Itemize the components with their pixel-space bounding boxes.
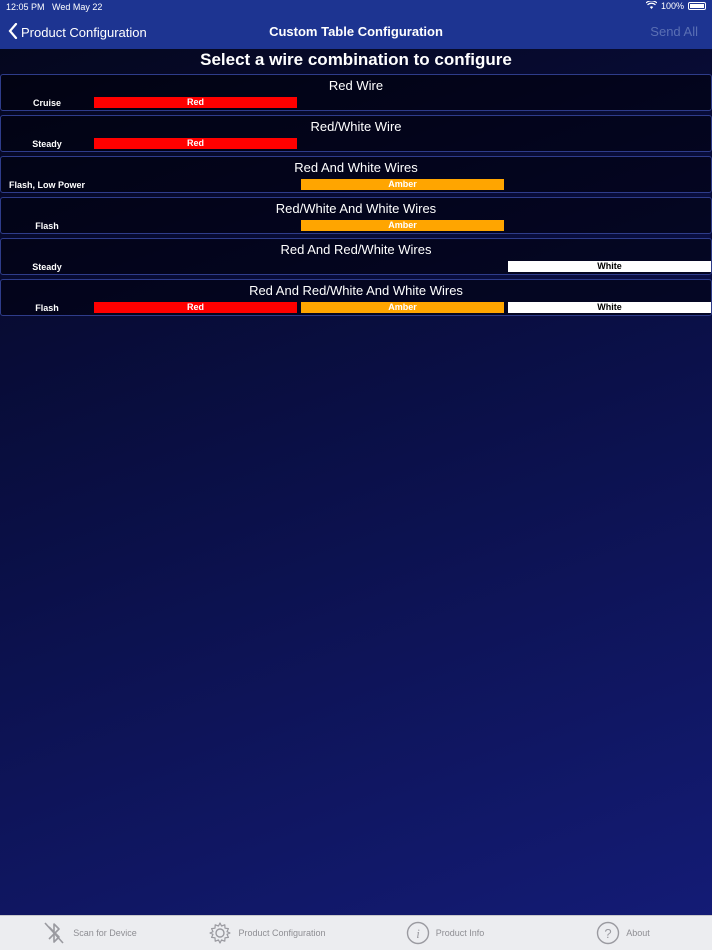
send-all-button[interactable]: Send All — [650, 24, 698, 39]
gear-icon — [208, 921, 232, 945]
tab-label: Product Configuration — [238, 928, 326, 938]
navigation-bar: Product Configuration Custom Table Confi… — [0, 14, 712, 49]
status-right: 100% — [645, 0, 706, 11]
tab-about[interactable]: ? About — [534, 916, 712, 950]
wire-combination-row[interactable]: Red/White Wire Steady Red — [0, 115, 712, 152]
row-mode-label: Flash — [35, 303, 59, 313]
color-slot-red[interactable]: Red — [94, 302, 297, 313]
color-slot-white[interactable]: White — [508, 261, 711, 272]
row-mode-label: Flash — [35, 221, 59, 231]
row-mode-label: Cruise — [32, 98, 61, 108]
row-mode-label: Steady — [32, 139, 62, 149]
row-title: Red And Red/White Wires — [280, 242, 432, 257]
color-slot-amber[interactable]: Amber — [301, 179, 504, 190]
wire-combination-row[interactable]: Red Wire Cruise Red — [0, 74, 712, 111]
tab-product-info[interactable]: i Product Info — [356, 916, 534, 950]
row-mode-label: Flash, Low Power — [8, 180, 85, 190]
wire-combination-list: Red Wire Cruise Red Red/White Wire Steady Red… — [0, 74, 712, 320]
tab-bar: Scan for Device Product Configuration i … — [0, 915, 712, 950]
tab-scan-for-device[interactable]: Scan for Device — [0, 916, 178, 950]
battery-icon — [688, 2, 706, 10]
svg-text:?: ? — [605, 926, 612, 941]
wifi-icon — [645, 0, 658, 11]
color-slot-amber[interactable]: Amber — [301, 220, 504, 231]
tab-label: About — [626, 928, 650, 938]
svg-text:i: i — [416, 926, 420, 941]
bluetooth-icon — [41, 920, 67, 946]
color-slot-red[interactable]: Red — [94, 138, 297, 149]
info-icon: i — [406, 921, 430, 945]
color-slot-red[interactable]: Red — [94, 97, 297, 108]
question-icon: ? — [596, 921, 620, 945]
tab-product-configuration[interactable]: Product Configuration — [178, 916, 356, 950]
wire-combination-row[interactable]: Red And White Wires Flash, Low Power Amber — [0, 156, 712, 193]
tab-label: Scan for Device — [73, 928, 137, 938]
wire-combination-row[interactable]: Red/White And White Wires Flash Amber — [0, 197, 712, 234]
row-title: Red/White And White Wires — [275, 201, 437, 216]
battery-percent: 100% — [660, 1, 684, 11]
wire-combination-row[interactable]: Red And Red/White And White Wires Flash Re… — [0, 279, 712, 316]
row-title: Red And White Wires — [294, 160, 418, 175]
status-time: 12:05 PM Wed May 22 — [6, 2, 103, 12]
tab-label: Product Info — [435, 928, 485, 938]
color-slot-amber[interactable]: Amber — [301, 302, 504, 313]
status-bar: 12:05 PM Wed May 22 100% — [0, 0, 712, 14]
main-heading: Select a wire combination to configure — [200, 50, 512, 69]
row-mode-label: Steady — [32, 262, 62, 272]
wire-combination-row[interactable]: Red And Red/White Wires Steady White — [0, 238, 712, 275]
color-slot-white[interactable]: White — [508, 302, 711, 313]
row-title: Red/White Wire — [310, 119, 402, 134]
row-title: Red Wire — [328, 78, 384, 93]
page-title: Custom Table Configuration — [269, 24, 443, 39]
row-title: Red And Red/White And White Wires — [249, 283, 463, 298]
